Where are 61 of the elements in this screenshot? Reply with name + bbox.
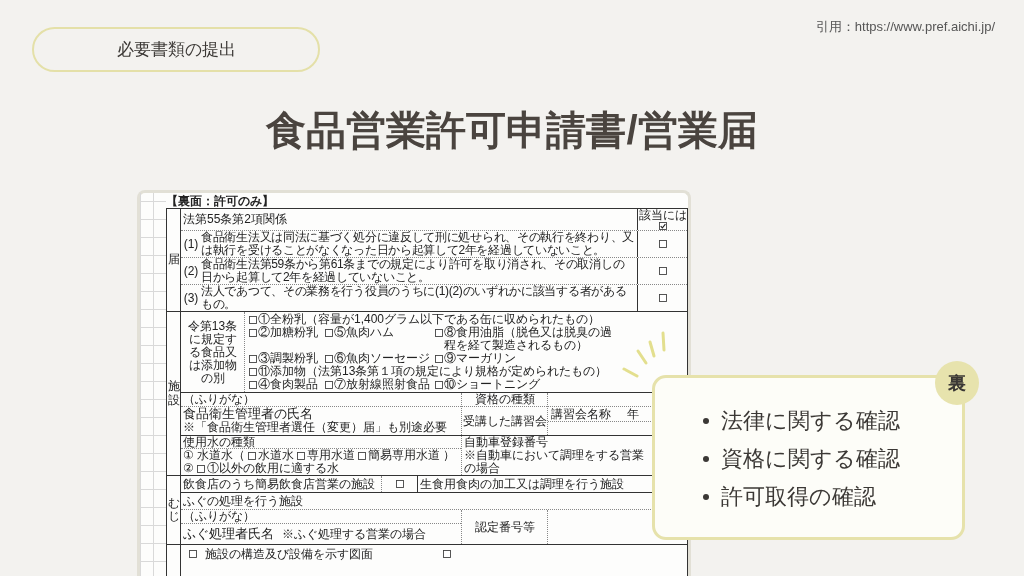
form-label: 自動車登録番号 xyxy=(464,436,548,449)
form-label: ふぐ処理者氏名 xyxy=(183,527,274,541)
form-note: ※自動車において調理をする営業の場合 xyxy=(464,449,645,475)
option-label: ②加糖粉乳 xyxy=(258,326,318,339)
form-label: 施設の構造及び設備を示す図面 xyxy=(205,547,373,561)
bullet-icon xyxy=(703,456,709,462)
form-heading: 法第55条第2項関係 xyxy=(183,213,288,226)
form-label: （ふりがな） xyxy=(183,393,255,406)
bullet-icon xyxy=(703,418,709,424)
citation-text: 引用：https://www.pref.aichi.jp/ xyxy=(815,19,995,35)
side-label: むじ xyxy=(167,496,180,524)
option-label: 簡易専用水道 xyxy=(368,449,440,462)
option-label: ①全粉乳（容量が1,400グラム以下である缶に収められたもの） xyxy=(258,313,601,326)
back-side-badge: 裏 xyxy=(935,361,979,405)
option-label: ⑤魚肉ハム xyxy=(334,326,394,339)
bullet-icon xyxy=(703,494,709,500)
item-text: 法人であつて、その業務を行う役員のうちに(1)(2)のいずれかに該当する者があるもの。 xyxy=(201,285,628,311)
form-label: 認定番号等 xyxy=(474,520,535,534)
card-item-text: 法律に関する確認 xyxy=(721,407,900,435)
option-label: 専用水道 xyxy=(307,449,355,462)
option-label: ③調製粉乳 xyxy=(258,352,318,365)
form-label: ） xyxy=(443,449,455,462)
option-label: ⑥魚肉ソーセージ xyxy=(334,352,430,365)
column-heading: 該当には xyxy=(638,209,687,221)
card-item-text: 資格に関する確認 xyxy=(721,445,900,473)
form-label: （ふりがな） xyxy=(183,510,255,523)
option-label: ⑨マーガリン xyxy=(444,352,516,365)
form-label: 受講した講習会 xyxy=(462,414,547,428)
form-label: 食品衛生管理者の氏名 xyxy=(183,407,313,421)
slide-title: 食品営業許可申請書/営業届 xyxy=(265,107,759,154)
item-number: (2) xyxy=(182,264,200,278)
option-label: ⑧食用油脂（脱色又は脱臭の過程を経て製造されるもの） xyxy=(444,326,613,352)
option-label: ④食肉製品 xyxy=(258,378,318,391)
item-number: ② xyxy=(183,462,194,475)
side-label: 施設 xyxy=(167,380,180,407)
form-label: 令第13条に規定する食品又は添加物の別 xyxy=(186,319,239,385)
option-label: ⑩ショートニング xyxy=(444,378,540,391)
option-label: ⑪添加物（法第13条第１項の規定により規格が定められたもの） xyxy=(258,365,608,378)
section-pill: 必要書類の提出 xyxy=(32,27,320,72)
form-label: 資格の種類 xyxy=(474,393,535,406)
form-label: ふぐの処理を行う施設 xyxy=(183,494,303,508)
item-number: ① xyxy=(183,449,194,462)
card-item-text: 許可取得の確認 xyxy=(721,483,876,511)
form-label: 飲食店のうち簡易飲食店営業の施設 xyxy=(183,477,375,491)
form-label: 講習会名称 xyxy=(551,407,612,421)
item-text: 食品衛生法又は同法に基づく処分に違反して刑に処せられ、その執行を終わり、又は執行を受けることがなくなった日から起算して2年を経過していないこと。 xyxy=(201,231,635,257)
item-number: (1) xyxy=(182,237,200,251)
form-label: 年 xyxy=(627,407,639,421)
item-text: 食品衛生法第59条から第61条までの規定により許可を取り消され、その取消しの日から起算して2年を経過していないこと。 xyxy=(201,258,626,284)
side-label: 届 xyxy=(167,253,180,267)
form-label: 使用水の種類 xyxy=(183,435,255,449)
document-heading: 【裏面：許可のみ】 xyxy=(166,193,274,208)
form-label: 生食用食肉の加工又は調理を行う施設 xyxy=(420,477,624,491)
option-label: ⑦放射線照射食品 xyxy=(334,378,430,391)
sparkle-icon xyxy=(622,331,666,378)
item-number: (3) xyxy=(182,291,200,305)
form-note: ※ふぐ処理する営業の場合 xyxy=(282,527,426,541)
form-note: ※「食品衛生管理者選任（変更）届」も別途必要 xyxy=(183,421,447,434)
option-label: ①以外の飲用に適する水 xyxy=(207,462,339,475)
option-label: 水道水 xyxy=(258,449,294,462)
form-label: 水道水（ xyxy=(197,449,245,462)
